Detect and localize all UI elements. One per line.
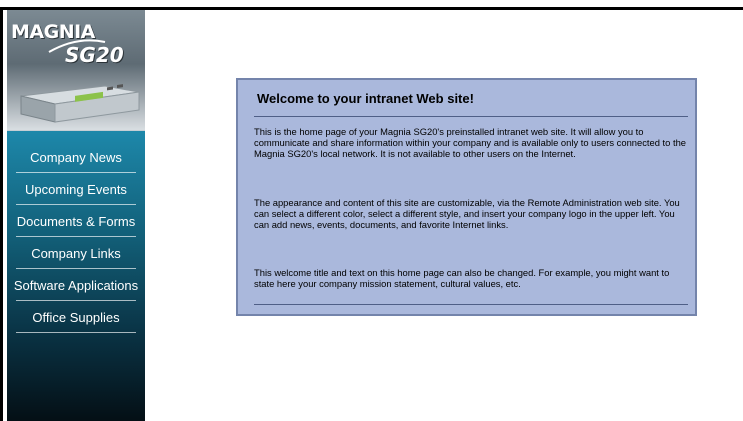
paragraph-intro: This is the home page of your Magnia SG2… — [254, 126, 687, 159]
server-device-icon — [20, 84, 140, 123]
logo[interactable]: MAGNIA SG20 — [7, 10, 145, 131]
sidebar: MAGNIA SG20 Company News Upcoming Events… — [7, 10, 145, 421]
sidebar-item-software-applications[interactable]: Software Applications — [7, 269, 145, 301]
sidebar-item-label: Software Applications — [13, 277, 139, 293]
paragraph-mission: This welcome title and text on this home… — [254, 267, 670, 289]
sidebar-item-upcoming-events[interactable]: Upcoming Events — [7, 173, 145, 205]
left-border — [0, 7, 3, 421]
sidebar-item-office-supplies[interactable]: Office Supplies — [7, 301, 145, 333]
sidebar-item-label: Company News — [30, 149, 122, 165]
sidebar-item-company-news[interactable]: Company News — [7, 141, 145, 173]
title-divider — [254, 116, 688, 117]
paragraph-customize: The appearance and content of this site … — [254, 197, 680, 230]
sidebar-item-label: Upcoming Events — [25, 181, 127, 197]
sidebar-item-company-links[interactable]: Company Links — [7, 237, 145, 269]
welcome-panel: Welcome to your intranet Web site! This … — [236, 78, 697, 316]
sidebar-item-label: Office Supplies — [32, 309, 120, 325]
sidebar-item-label: Company Links — [31, 245, 121, 261]
bottom-divider — [254, 304, 688, 305]
page-title: Welcome to your intranet Web site! — [257, 91, 474, 106]
sidebar-item-documents-forms[interactable]: Documents & Forms — [7, 205, 145, 237]
logo-line2: SG20 — [65, 43, 124, 67]
page: MAGNIA SG20 Company News Upcoming Events… — [0, 0, 743, 421]
sidebar-item-label: Documents & Forms — [16, 213, 136, 229]
logo-line1: MAGNIA — [11, 21, 95, 43]
sidebar-nav: Company News Upcoming Events Documents &… — [7, 141, 145, 333]
